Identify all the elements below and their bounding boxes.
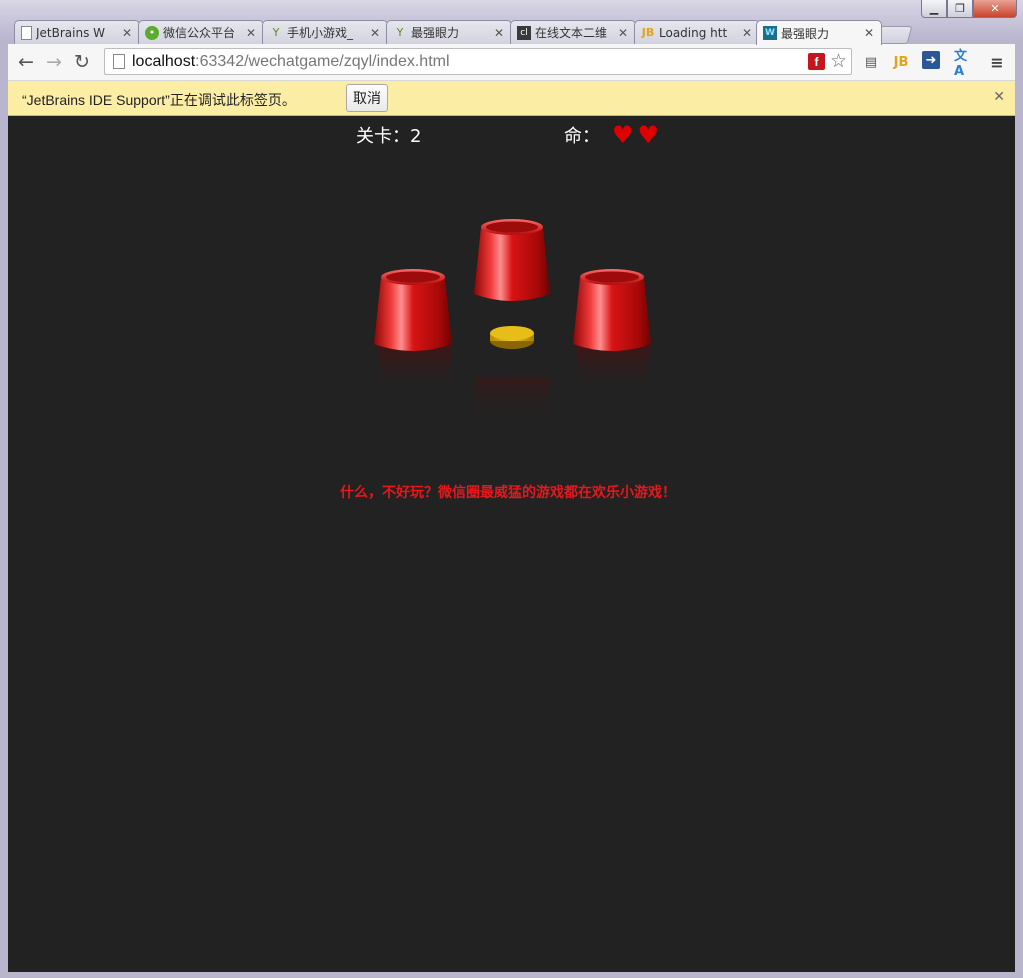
tab-1[interactable]: • 微信公众平台 ✕ xyxy=(138,20,264,44)
sprout-icon: Y xyxy=(396,26,404,39)
browser-toolbar: ← → ↻ localhost:63342/wechatgame/zqyl/in… xyxy=(8,44,1015,81)
url-host: localhost xyxy=(132,52,196,70)
cup-middle[interactable] xyxy=(474,219,550,430)
tab-close-icon[interactable]: ✕ xyxy=(369,26,381,40)
tab-label: 在线文本二维 xyxy=(535,26,608,40)
tab-5[interactable]: JB Loading htt ✕ xyxy=(634,20,760,44)
cancel-debug-button[interactable]: 取消 xyxy=(346,84,388,112)
bookmark-star-icon[interactable]: ☆ xyxy=(830,50,847,73)
tab-0[interactable]: JetBrains W ✕ xyxy=(14,20,140,44)
window-controls: ▁ ❐ ✕ xyxy=(921,0,1017,18)
infobar-message: “JetBrains IDE Support”正在调试此标签页。 xyxy=(22,92,296,108)
flash-plugin-icon[interactable]: f xyxy=(808,53,825,70)
menu-icon[interactable]: ≡ xyxy=(986,51,1008,73)
tab-2[interactable]: Y 手机小游戏_ ✕ xyxy=(262,20,388,44)
minimize-icon[interactable]: ▁ xyxy=(921,0,947,18)
forward-arrow-icon[interactable]: → xyxy=(42,50,66,74)
tab-label: Loading htt xyxy=(659,25,728,40)
tab-close-icon[interactable]: ✕ xyxy=(493,26,505,40)
wechat-icon: • xyxy=(145,25,159,40)
cup-left[interactable] xyxy=(374,269,452,396)
tab-close-icon[interactable]: ✕ xyxy=(121,26,133,40)
tab-4[interactable]: cl 在线文本二维 ✕ xyxy=(510,20,636,44)
cli-icon: cl xyxy=(517,25,531,40)
jetbrains-extension-icon[interactable]: JB xyxy=(890,51,912,73)
ws-icon: W xyxy=(763,26,777,40)
tab-close-icon[interactable]: ✕ xyxy=(863,26,875,40)
maximize-icon[interactable]: ❐ xyxy=(947,0,973,18)
page-icon xyxy=(21,25,32,40)
cup-right[interactable] xyxy=(573,269,651,396)
tab-label: 最强眼力 xyxy=(781,26,830,41)
tab-close-icon[interactable]: ✕ xyxy=(741,26,753,40)
reload-icon[interactable]: ↻ xyxy=(70,50,94,74)
reader-extension-icon[interactable]: ▤ xyxy=(860,51,882,73)
close-infobar-icon[interactable]: ✕ xyxy=(993,89,1005,105)
jb-icon: JB xyxy=(641,26,655,39)
tab-3[interactable]: Y 最强眼力 ✕ xyxy=(386,20,512,44)
sprout-icon: Y xyxy=(272,26,280,39)
debug-infobar: “JetBrains IDE Support”正在调试此标签页。 取消 ✕ xyxy=(8,81,1015,116)
tab-strip: JetBrains W ✕ • 微信公众平台 ✕ Y 手机小游戏_ ✕ Y 最强… xyxy=(14,20,914,45)
url-path: :63342/wechatgame/zqyl/index.html xyxy=(195,52,450,70)
tab-label: 手机小游戏_ xyxy=(287,26,354,40)
tab-label: JetBrains W xyxy=(36,25,106,40)
back-arrow-icon[interactable]: ← xyxy=(14,50,38,74)
close-window-icon[interactable]: ✕ xyxy=(973,0,1017,18)
tab-close-icon[interactable]: ✕ xyxy=(245,26,257,40)
game-page: 关卡：2 命： ♥ ♥ 什么，不好玩？微信圈最威猛的游戏都在欢乐小游戏！ xyxy=(8,116,1015,972)
coin xyxy=(490,326,534,349)
tab-label: 微信公众平台 xyxy=(163,26,236,40)
game-board xyxy=(374,219,651,430)
address-bar[interactable]: localhost:63342/wechatgame/zqyl/index.ht… xyxy=(104,48,852,75)
page-icon xyxy=(113,54,125,69)
tab-6-active[interactable]: W 最强眼力 ✕ xyxy=(756,20,882,45)
promo-message[interactable]: 什么，不好玩？微信圈最威猛的游戏都在欢乐小游戏！ xyxy=(338,478,678,508)
translate-icon[interactable]: 文A xyxy=(954,49,976,79)
tab-close-icon[interactable]: ✕ xyxy=(617,26,629,40)
tab-label: 最强眼力 xyxy=(411,26,460,40)
arrow-extension-icon[interactable]: ➜ xyxy=(922,51,940,69)
